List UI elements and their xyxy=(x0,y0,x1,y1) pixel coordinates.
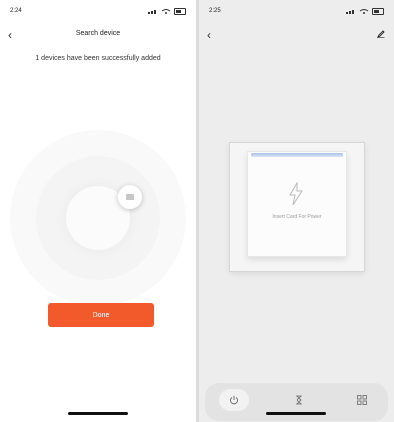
battery-icon xyxy=(174,7,186,15)
battery-icon xyxy=(372,7,384,15)
bottom-tab-bar xyxy=(205,383,388,421)
back-button[interactable]: ‹ xyxy=(207,27,211,43)
wifi-icon xyxy=(161,8,171,14)
done-button[interactable]: Done xyxy=(48,303,154,327)
status-bar: 2:24 xyxy=(10,6,186,16)
home-indicator xyxy=(266,412,326,415)
nav-bar: ‹ Search device xyxy=(0,26,196,44)
found-device-icon[interactable] xyxy=(118,185,142,209)
tab-power[interactable] xyxy=(219,389,249,411)
home-indicator xyxy=(68,412,128,415)
card-prompt: Insert Card For Power xyxy=(272,214,322,220)
status-time: 2:25 xyxy=(209,8,221,14)
card-holder-panel: Insert Card For Power xyxy=(229,142,365,272)
signal-icon xyxy=(148,9,156,14)
card-slot-light xyxy=(251,153,343,157)
device-thumbnail xyxy=(126,194,134,200)
power-card[interactable]: Insert Card For Power xyxy=(247,151,347,257)
tab-timer[interactable] xyxy=(284,389,314,411)
card-switch-screen: 2:25 ‹ Insert Card For Power xyxy=(199,0,394,422)
radar-animation xyxy=(10,130,186,306)
page-title: Search device xyxy=(75,30,121,37)
status-icons xyxy=(346,7,384,15)
status-time: 2:24 xyxy=(10,8,22,14)
app-root: 2:24 ‹ Search device 1 devices have been… xyxy=(0,0,394,422)
nav-bar: ‹ xyxy=(199,26,394,44)
power-icon xyxy=(230,395,238,405)
status-bar: 2:25 xyxy=(209,6,384,16)
success-message: 1 devices have been successfully added xyxy=(35,55,161,62)
lightning-bolt-icon xyxy=(289,182,303,206)
hourglass-icon xyxy=(296,395,302,405)
status-icons xyxy=(148,7,186,15)
grid-icon xyxy=(357,395,367,405)
tab-more[interactable] xyxy=(347,389,377,411)
pencil-icon[interactable] xyxy=(377,30,385,38)
search-device-screen: 2:24 ‹ Search device 1 devices have been… xyxy=(0,0,196,422)
wifi-icon xyxy=(359,8,369,14)
signal-icon xyxy=(346,9,354,14)
